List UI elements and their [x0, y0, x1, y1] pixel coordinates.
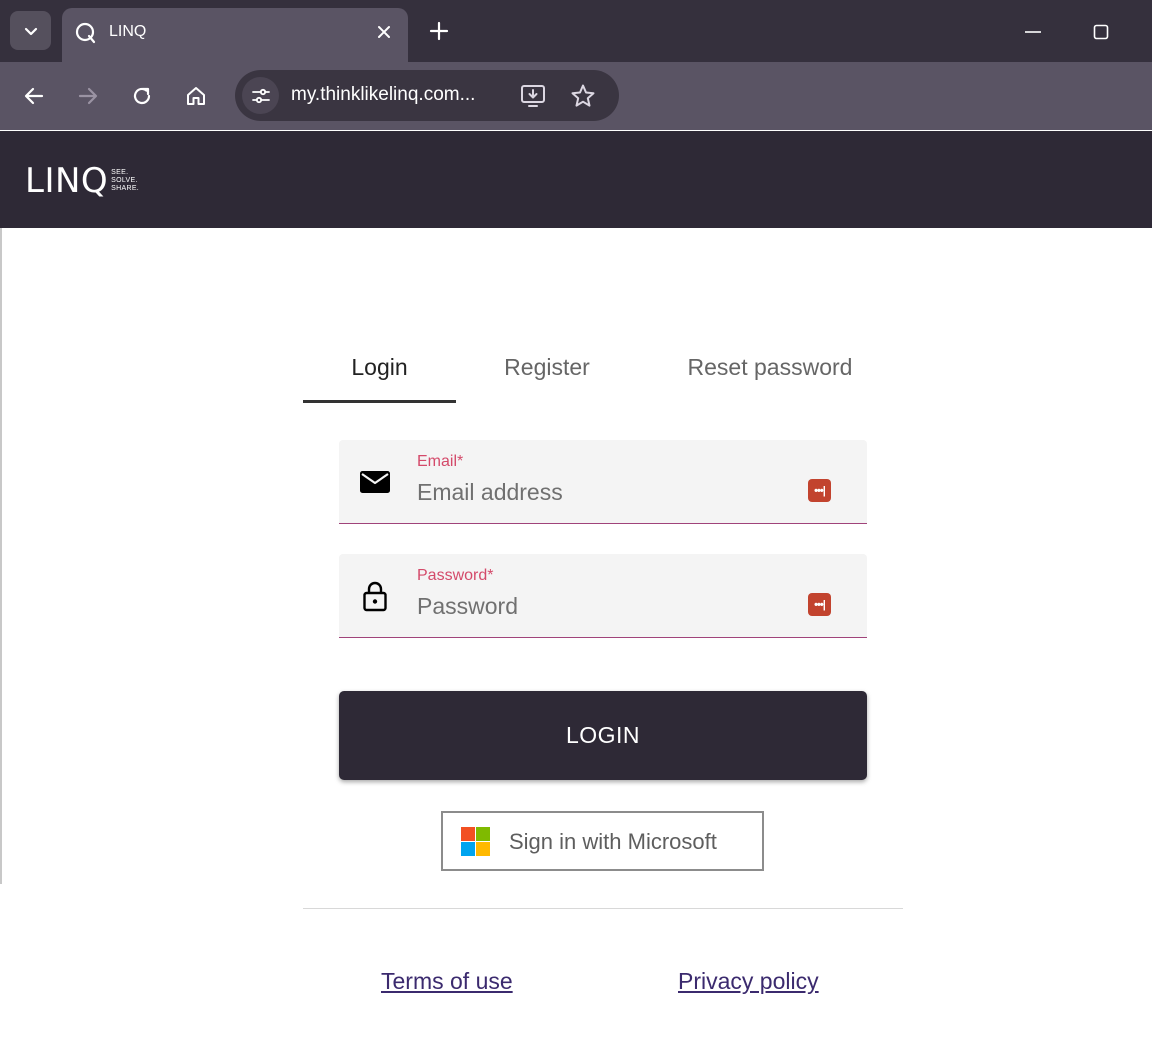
- tab-login[interactable]: Login: [303, 330, 456, 404]
- terms-of-use-link[interactable]: Terms of use: [381, 968, 513, 995]
- arrow-left-icon: [24, 87, 44, 105]
- linq-q-icon: [75, 22, 96, 44]
- logo-tagline-line: SEE.: [111, 169, 129, 176]
- email-label: Email*: [417, 453, 464, 470]
- address-bar[interactable]: my.thinklikelinq.com...: [235, 70, 619, 121]
- new-tab-button[interactable]: [425, 17, 453, 45]
- reload-icon: [133, 87, 151, 105]
- microsoft-button-label: Sign in with Microsoft: [509, 829, 717, 854]
- home-icon: [187, 87, 205, 105]
- url-text[interactable]: my.thinklikelinq.com...: [291, 84, 475, 106]
- password-manager-icon[interactable]: •••|: [808, 479, 831, 502]
- linq-logo[interactable]: LINQ SEE. SOLVE. SHARE.: [25, 164, 139, 198]
- privacy-policy-link[interactable]: Privacy policy: [678, 968, 819, 995]
- window-maximize-button[interactable]: [1086, 18, 1116, 46]
- logo-tagline: SEE. SOLVE. SHARE.: [111, 169, 139, 193]
- logo-tagline-line: SOLVE.: [111, 177, 138, 184]
- logo-word: LINQ: [25, 161, 109, 201]
- star-icon[interactable]: [569, 82, 597, 110]
- window-minimize-button[interactable]: [1018, 18, 1048, 46]
- email-field[interactable]: Email* •••|: [339, 440, 867, 524]
- chevron-down-icon: [24, 27, 37, 35]
- maximize-icon: [1093, 24, 1109, 40]
- plus-icon: [429, 21, 449, 41]
- password-input[interactable]: [417, 592, 797, 620]
- login-button[interactable]: LOGIN: [339, 691, 867, 780]
- site-info-button[interactable]: [242, 77, 279, 114]
- page-edge-divider: [0, 228, 2, 884]
- browser-tabstrip: LINQ: [0, 0, 1152, 62]
- back-button[interactable]: [20, 82, 48, 110]
- home-button[interactable]: [182, 82, 210, 110]
- tab-search-button[interactable]: [10, 11, 51, 50]
- minimize-icon: [1025, 31, 1041, 33]
- microsoft-logo-icon: [461, 827, 490, 856]
- app-header: LINQ SEE. SOLVE. SHARE.: [0, 131, 1152, 228]
- password-field[interactable]: Password* •••|: [339, 554, 867, 638]
- active-tab-indicator: [303, 400, 456, 403]
- password-label: Password*: [417, 567, 494, 584]
- install-app-icon[interactable]: [519, 82, 547, 110]
- tab-title: LINQ: [109, 23, 147, 40]
- arrow-right-icon: [78, 87, 98, 105]
- sign-in-microsoft-button[interactable]: Sign in with Microsoft: [441, 811, 764, 871]
- password-manager-icon[interactable]: •••|: [808, 593, 831, 616]
- reload-button[interactable]: [128, 82, 156, 110]
- browser-toolbar: my.thinklikelinq.com...: [0, 62, 1152, 130]
- lock-icon: [363, 581, 387, 612]
- auth-card: Login Register Reset password Email* •••…: [303, 330, 903, 909]
- close-icon: [378, 26, 390, 38]
- email-icon: [360, 471, 390, 493]
- close-tab-button[interactable]: [372, 20, 396, 44]
- tab-register[interactable]: Register: [473, 330, 621, 404]
- forward-button[interactable]: [74, 82, 102, 110]
- auth-tabs: Login Register Reset password: [303, 330, 903, 404]
- email-input[interactable]: [417, 478, 797, 506]
- tune-icon: [251, 88, 270, 103]
- logo-tagline-line: SHARE.: [111, 185, 140, 192]
- tab-reset-password[interactable]: Reset password: [663, 330, 877, 404]
- browser-tab-linq[interactable]: LINQ: [62, 8, 408, 62]
